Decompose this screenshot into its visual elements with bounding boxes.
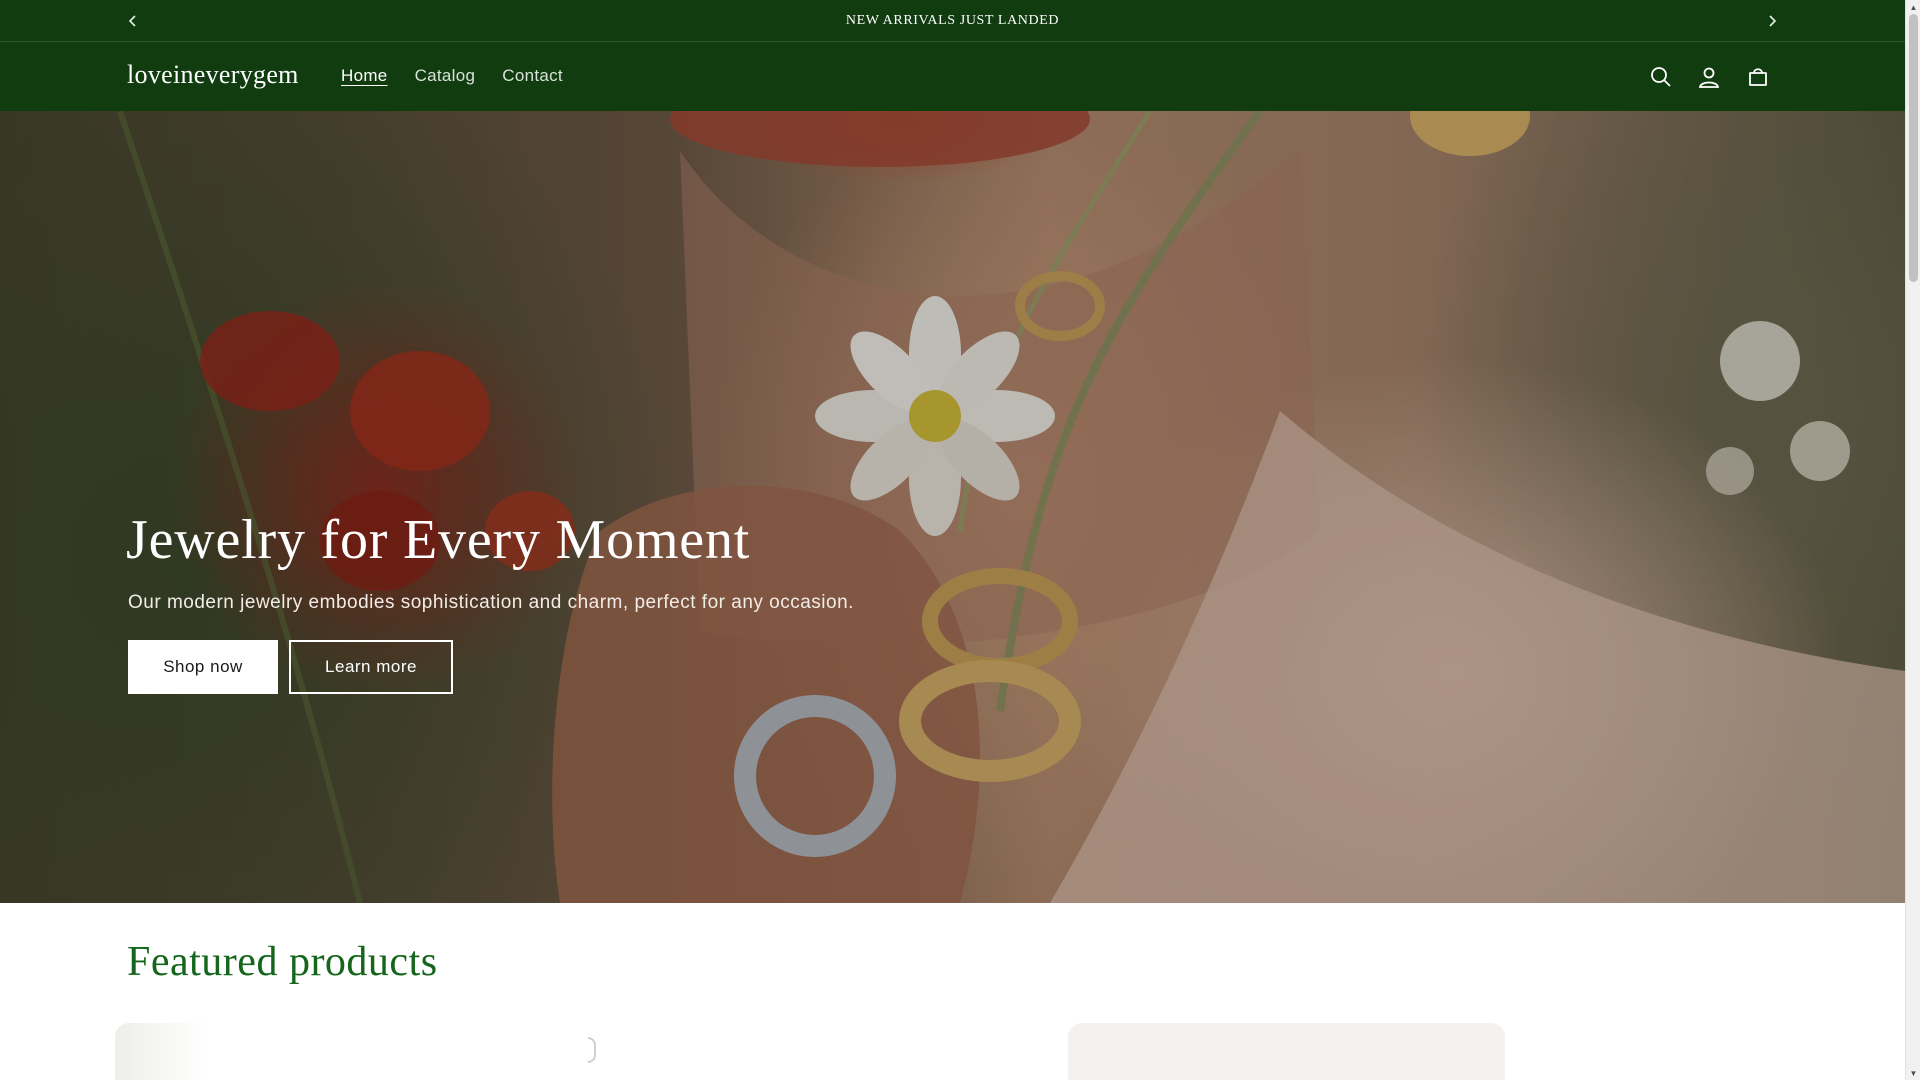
main-nav: Home Catalog Contact — [341, 66, 590, 86]
nav-home-link[interactable]: Home — [341, 66, 388, 86]
learn-more-button[interactable]: Learn more — [289, 640, 453, 694]
scroll-up-arrow-icon[interactable]: ▲ — [1906, 0, 1920, 14]
product-card[interactable] — [600, 1023, 1060, 1080]
hero-title: Jewelry for Every Moment — [126, 509, 751, 571]
product-card[interactable] — [1528, 1023, 1878, 1080]
hero-overlay — [0, 111, 1905, 903]
storefront-page: NEW ARRIVALS JUST LANDED loveineverygem … — [0, 0, 1905, 1080]
announcement-bar: NEW ARRIVALS JUST LANDED — [0, 0, 1905, 42]
product-card[interactable] — [1068, 1023, 1505, 1080]
nav-catalog-link[interactable]: Catalog — [415, 66, 476, 86]
featured-products-grid — [0, 1023, 1905, 1080]
chevron-right-icon — [1769, 15, 1777, 27]
scroll-down-arrow-icon[interactable]: ▼ — [1906, 1066, 1920, 1080]
page-scrollbar[interactable]: ▲ ▼ — [1905, 0, 1920, 1080]
product-card[interactable] — [115, 1023, 595, 1080]
hero-banner — [0, 111, 1905, 903]
cart-button[interactable] — [1745, 64, 1771, 90]
account-button[interactable] — [1696, 64, 1722, 90]
announcement-next-button[interactable] — [1760, 9, 1784, 33]
site-logo[interactable]: loveineverygem — [127, 60, 299, 90]
scrollbar-thumb[interactable] — [1909, 14, 1918, 282]
announcement-message: NEW ARRIVALS JUST LANDED — [845, 13, 1060, 28]
shop-now-button[interactable]: Shop now — [128, 640, 278, 694]
featured-products-heading: Featured products — [127, 939, 438, 985]
product-image-edge — [588, 1037, 596, 1063]
cart-icon — [1749, 68, 1767, 86]
nav-contact-link[interactable]: Contact — [502, 66, 563, 86]
search-button[interactable] — [1648, 64, 1674, 90]
search-icon — [1651, 67, 1671, 87]
site-header: loveineverygem Home Catalog Contact — [0, 42, 1905, 111]
hero-subtitle: Our modern jewelry embodies sophisticati… — [128, 592, 854, 613]
account-icon — [1698, 67, 1720, 88]
